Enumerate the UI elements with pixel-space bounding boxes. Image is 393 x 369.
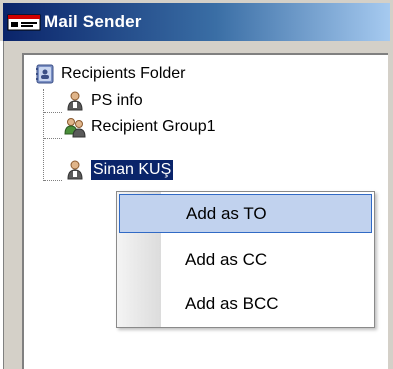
tree-node-label: PS info xyxy=(91,92,143,109)
menu-item-add-as-to[interactable]: Add as TO xyxy=(119,194,372,233)
context-menu: Add as TO Add as CC Add as BCC xyxy=(116,191,375,328)
tree-node-label-selected: Sinan KUŞ xyxy=(91,160,174,180)
tree-connector-vertical xyxy=(43,89,44,181)
window-title: Mail Sender xyxy=(44,12,142,31)
person-icon xyxy=(67,91,83,111)
tree-node-ps-info[interactable]: PS info xyxy=(64,89,143,113)
title-bar[interactable]: Mail Sender xyxy=(3,3,390,41)
mail-card-icon xyxy=(7,14,41,31)
tree-node-label: Recipient Group1 xyxy=(91,118,216,135)
tree-node-label: Recipients Folder xyxy=(61,65,186,82)
tree-connector-h3 xyxy=(44,180,62,181)
menu-item-label: Add as BCC xyxy=(185,293,279,313)
window-left-border xyxy=(0,41,4,369)
menu-item-label: Add as CC xyxy=(185,249,268,269)
tree-node-recipients-folder[interactable]: Recipients Folder xyxy=(34,62,186,86)
tree-node-sinan-kus[interactable]: Sinan KUŞ xyxy=(64,158,174,182)
menu-item-add-as-bcc[interactable]: Add as BCC xyxy=(119,284,372,323)
tree-connector-h1 xyxy=(44,112,62,113)
group-icon xyxy=(64,118,86,138)
address-book-icon xyxy=(36,64,54,84)
menu-item-label: Add as TO xyxy=(186,203,267,223)
person-icon xyxy=(67,160,83,180)
tree-node-recipient-group1[interactable]: Recipient Group1 xyxy=(64,115,216,139)
tree-connector-h2 xyxy=(44,138,62,139)
menu-item-add-as-cc[interactable]: Add as CC xyxy=(119,240,372,279)
mail-sender-window: Mail Sender Recipients Folder PS info Re… xyxy=(0,0,393,369)
